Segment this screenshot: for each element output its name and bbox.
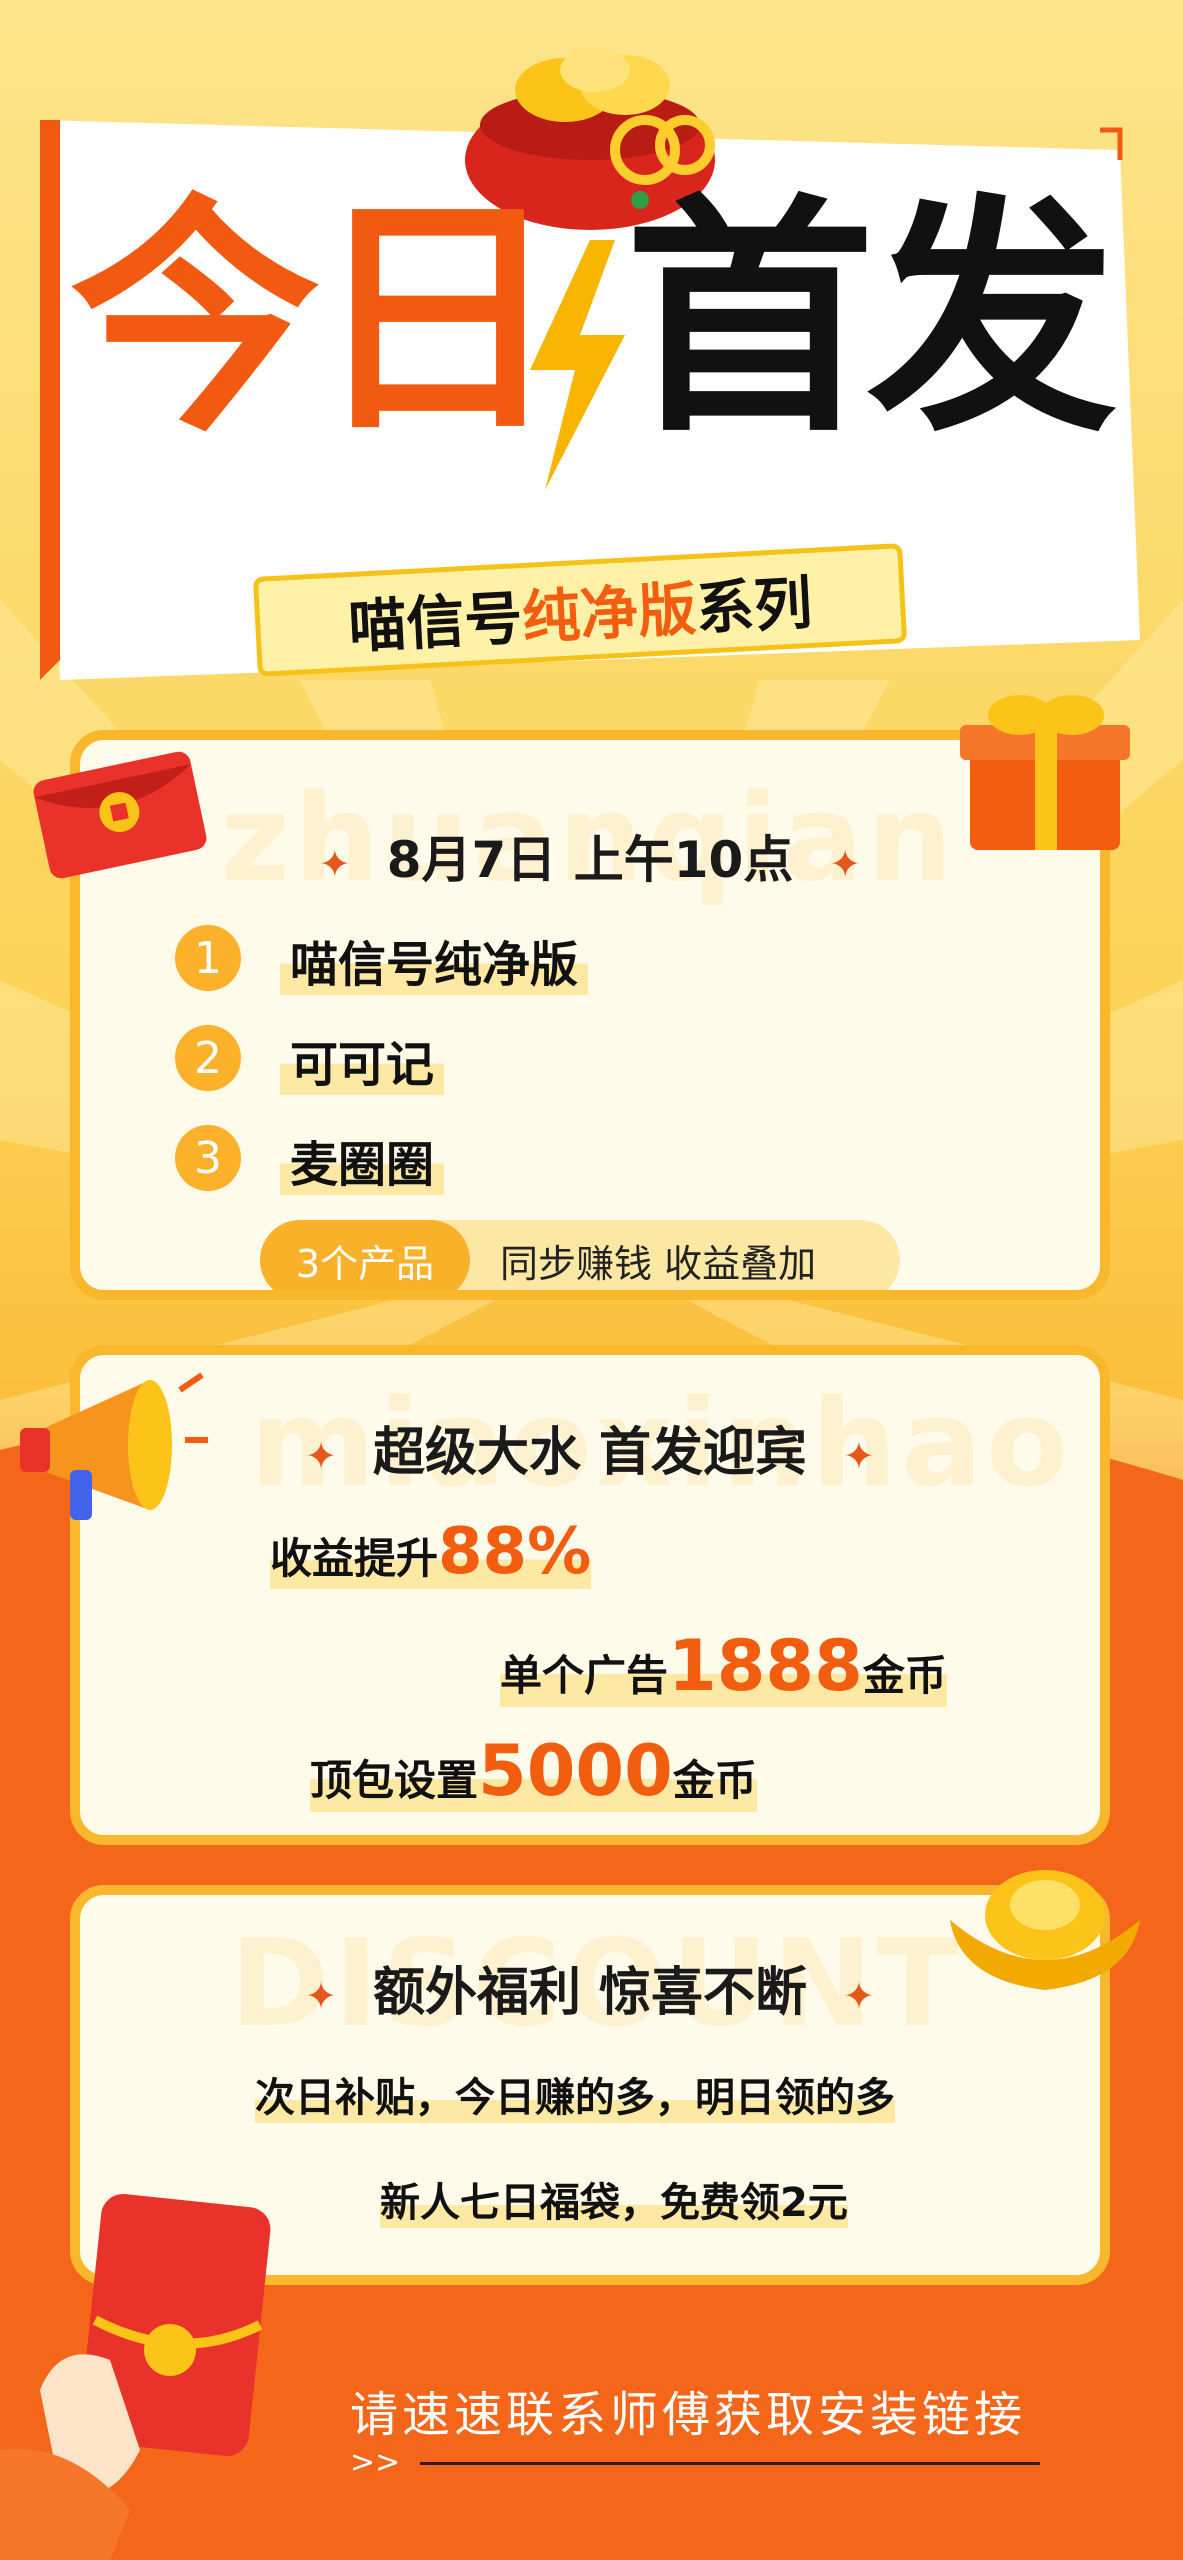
earnings-boost-label: 收益提升 <box>270 1534 439 1583</box>
cap-coins-label: 顶包设置 <box>310 1756 479 1805</box>
product-item: 喵信号纯净版 <box>280 925 589 995</box>
sparkle-icon: ✦ <box>318 841 351 886</box>
sparkle-icon: ✦ <box>843 1974 875 2018</box>
ad-coins-value: 1888 <box>668 1625 863 1707</box>
lightning-icon <box>530 240 625 490</box>
cap-coins-unit: 金币 <box>672 1756 757 1805</box>
headline-today: 今日 <box>70 174 562 465</box>
contact-cta[interactable]: 请速速联系师傅获取安装链接 <box>350 2375 1026 2445</box>
sparkle-icon: ✦ <box>305 1974 337 2018</box>
item-number: 2 <box>175 1025 241 1091</box>
pill-text: 同步赚钱 收益叠加 <box>500 1241 817 1286</box>
welfare-title: 额外福利 惊喜不断 <box>372 1963 808 2023</box>
product-item: 可可记 <box>280 1025 445 1095</box>
card-title: ✦ 8月7日 上午10点 ✦ <box>80 820 1100 892</box>
earnings-boost-line: 收益提升88% <box>270 1515 592 1589</box>
headline-debut: 首发 <box>625 174 1117 465</box>
poster: 今日 首发 喵信号 纯净版 系列 zhuanqian ✦ 8月7日 上午10点 ✦ 1 … <box>0 0 1183 2560</box>
cta-underline <box>420 2462 1040 2465</box>
ad-coins-unit: 金币 <box>862 1651 947 1700</box>
product-item: 麦圈圈 <box>280 1125 445 1195</box>
cap-coins-value: 5000 <box>478 1730 673 1812</box>
bonus-title: 超级大水 首发迎宾 <box>372 1423 808 1483</box>
card-title: ✦ 超级大水 首发迎宾 ✦ <box>80 1410 1100 1485</box>
launch-time: 8月7日 上午10点 <box>386 831 794 889</box>
sparkle-icon: ✦ <box>843 1434 875 1478</box>
subsidy-line: 次日补贴，今日赚的多，明日领的多 <box>255 2065 895 2123</box>
ad-coins-label: 单个广告 <box>500 1651 669 1700</box>
cta-arrow: >> <box>350 2445 401 2480</box>
bonus-card: miaoxinhao ✦ 超级大水 首发迎宾 ✦ 收益提升88% 单个广告1888金… <box>70 1345 1110 1845</box>
cap-coins-line: 顶包设置5000金币 <box>310 1730 757 1812</box>
ad-coins-line: 单个广告1888金币 <box>500 1625 947 1707</box>
gold-ingot-icon <box>950 1870 1140 1990</box>
item-number: 1 <box>175 925 241 991</box>
megaphone-icon <box>20 1372 208 1520</box>
earnings-boost-value: 88% <box>438 1515 592 1589</box>
newbie-bag-line: 新人七日福袋，免费领2元 <box>380 2170 848 2228</box>
sparkle-icon: ✦ <box>829 841 862 886</box>
subtitle-part-a: 喵信号 <box>346 584 525 662</box>
gift-box-icon <box>960 695 1130 850</box>
item-number: 3 <box>175 1125 241 1191</box>
hand-red-envelope-icon <box>0 2193 271 2560</box>
subtitle-part-c: 系列 <box>694 568 814 643</box>
red-envelope-icon <box>33 751 207 879</box>
sparkle-icon: ✦ <box>305 1434 337 1478</box>
product-count-tag: 3个产品 <box>260 1220 470 1290</box>
product-summary-pill: 3个产品 同步赚钱 收益叠加 <box>260 1220 900 1290</box>
subtitle-part-b: 纯净版 <box>520 574 698 652</box>
